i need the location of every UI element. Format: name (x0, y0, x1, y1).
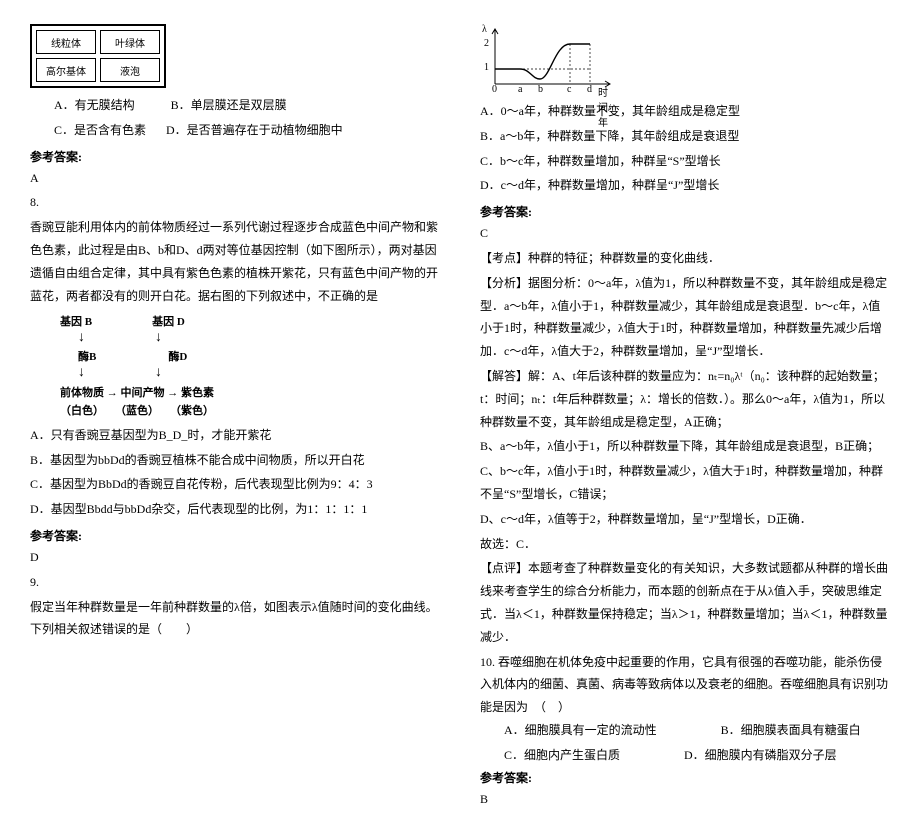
q8-option: C．基因型为BbDd的香豌豆自花传粉，后代表现型比例为9：4：3 (30, 473, 440, 496)
q9-stem: 假定当年种群数量是一年前种群数量的λ倍，如图表示λ值随时间的变化曲线。下列相关叙… (30, 596, 440, 642)
q10-option-row: A．细胞膜具有一定的流动性 B．细胞膜表面具有糖蛋白 (480, 721, 890, 738)
q8-option: D．基因型Bbdd与bbDd杂交，后代表现型的比例，为1：1：1：1 (30, 498, 440, 521)
gene-arrow-row: ↓ ↓ (60, 329, 440, 347)
x-tick: d (587, 84, 592, 95)
q9-option: D．c～d年，种群数量增加，种群呈“J”型增长 (480, 174, 890, 197)
y-axis-label: λ (482, 24, 487, 35)
cell-label: 液泡 (100, 58, 160, 82)
q9-option: C．b～c年，种群数量增加，种群呈“S”型增长 (480, 150, 890, 173)
q8-number: 8. (30, 191, 440, 214)
left-column: 线粒体 叶绿体 高尔基体 液泡 A．有无膜结构 B．单层膜还是双层膜 C．是否含… (30, 20, 440, 813)
comment: 【点评】本题考查了种群数量变化的有关知识，大多数试题都从种群的增长曲线来考查学生… (480, 557, 890, 648)
x-tick: 0 (492, 84, 497, 95)
q10-option: D．细胞膜内有磷脂双分子层 (660, 746, 837, 763)
enzyme-b-label: 酶B (78, 348, 96, 364)
arrow-down-icon: ↓ (155, 329, 162, 347)
q10-option: C．细胞内产生蛋白质 (480, 746, 620, 763)
reference-answer-label: 参考答案: (480, 769, 890, 786)
gene-arrow-row: ↓ ↓ (60, 364, 440, 382)
q7-option: C．是否含有色素 D．是否普遍存在于动植物细胞中 (30, 119, 440, 142)
q8-option: B．基因型为bbDd的香豌豆植株不能合成中间物质，所以开白花 (30, 449, 440, 472)
cell-label: 叶绿体 (100, 30, 160, 54)
option-text: A．有无膜结构 (54, 98, 135, 112)
gene-b-label: 基因 B (60, 313, 92, 329)
q8-option: A．只有香豌豆基因型为B_D_时，才能开紫花 (30, 424, 440, 447)
q10-stem: 10. 吞噬细胞在机体免疫中起重要的作用，它具有很强的吞噬功能，能杀伤侵入机体内… (480, 651, 890, 719)
final-choice: 故选：C． (480, 533, 890, 556)
q10-option: B．细胞膜表面具有糖蛋白 (697, 721, 861, 738)
cell-label: 高尔基体 (36, 58, 96, 82)
gene-header-row: 基因 B 基因 D (60, 313, 440, 329)
enzyme-d-label: 酶D (168, 348, 187, 364)
q7-option: A．有无膜结构 B．单层膜还是双层膜 (30, 94, 440, 117)
q8-stem: 香豌豆能利用体内的前体物质经过一系列代谢过程逐步合成蓝色中间产物和紫色色素，此过… (30, 216, 440, 307)
diagram-row: 线粒体 叶绿体 (36, 30, 160, 54)
pathway-line: 前体物质 → 中间产物 → 紫色素 (60, 384, 440, 400)
option-text: B．单层膜还是双层膜 (171, 98, 287, 112)
pathway-colors: （白色） （蓝色） （紫色） (60, 402, 440, 418)
solution: 【解答】解：A、t年后该种群的数量应为：nₜ=n₀λᵗ（n₀：该种群的起始数量；… (480, 365, 890, 433)
q10-option-row: C．细胞内产生蛋白质 D．细胞膜内有磷脂双分子层 (480, 746, 890, 763)
q8-answer: D (30, 546, 440, 569)
arrow-down-icon: ↓ (78, 364, 85, 382)
reference-answer-label: 参考答案: (30, 148, 440, 165)
q9-option: B．a～b年，种群数量下降，其年龄组成是衰退型 (480, 125, 890, 148)
q7-answer: A (30, 167, 440, 190)
gene-diagram: 基因 B 基因 D ↓ ↓ 酶B 酶D ↓ ↓ 前体物质 → 中间产物 → 紫色… (60, 313, 440, 417)
page: 线粒体 叶绿体 高尔基体 液泡 A．有无膜结构 B．单层膜还是双层膜 C．是否含… (30, 20, 890, 813)
cell-label: 线粒体 (36, 30, 96, 54)
reference-answer-label: 参考答案: (480, 203, 890, 220)
q10-answer: B (480, 788, 890, 811)
option-text: C．是否含有色素 (54, 123, 146, 137)
gene-d-label: 基因 D (152, 313, 185, 329)
solution-item: D、c～d年，λ值等于2，种群数量增加，呈“J”型增长，D正确． (480, 508, 890, 531)
enzyme-row: 酶B 酶D (60, 348, 440, 364)
x-tick: a (518, 84, 522, 95)
solution-item: C、b～c年，λ值小于1时，种群数量减少，λ值大于1时，种群数量增加，种群不呈“… (480, 460, 890, 506)
arrow-down-icon: ↓ (155, 364, 162, 382)
lambda-curve-chart: λ 1 2 0 a b c d 时间/年 (480, 24, 620, 94)
organelle-diagram: 线粒体 叶绿体 高尔基体 液泡 (30, 24, 166, 88)
x-tick: c (567, 84, 571, 95)
x-axis-label: 时间/年 (598, 84, 620, 129)
x-tick: b (538, 84, 543, 95)
arrow-down-icon: ↓ (78, 329, 85, 347)
diagram-row: 高尔基体 液泡 (36, 58, 160, 82)
q9-answer: C (480, 222, 890, 245)
analysis: 【分析】据图分析：0～a年，λ值为1，所以种群数量不变，其年龄组成是稳定型．a～… (480, 272, 890, 363)
reference-answer-label: 参考答案: (30, 527, 440, 544)
right-column: λ 1 2 0 a b c d 时间/年 A．0～a年，种群数量不变，其年龄组成… (480, 20, 890, 813)
solution-item: B、a～b年，λ值小于1，所以种群数量下降，其年龄组成是衰退型，B正确； (480, 435, 890, 458)
q9-option: A．0～a年，种群数量不变，其年龄组成是稳定型 (480, 100, 890, 123)
option-text: D．是否普遍存在于动植物细胞中 (166, 123, 343, 137)
exam-point: 【考点】种群的特征；种群数量的变化曲线． (480, 247, 890, 270)
q10-option: A．细胞膜具有一定的流动性 (480, 721, 657, 738)
q9-number: 9. (30, 571, 440, 594)
